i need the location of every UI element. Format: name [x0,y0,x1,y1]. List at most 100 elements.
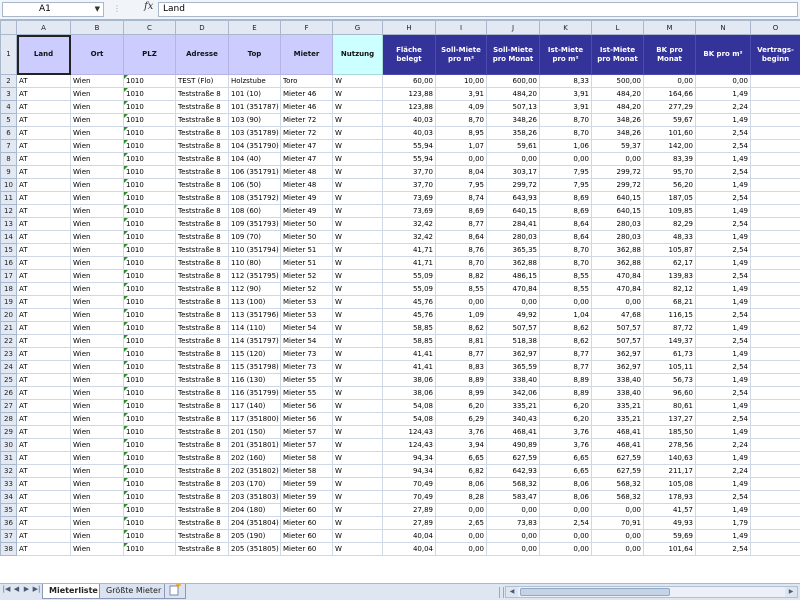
row-header[interactable]: 9 [1,166,17,179]
cell-n[interactable]: 2,54 [696,335,751,348]
cell-h[interactable]: 70,49 [383,491,436,504]
cell-k[interactable]: 6,65 [540,465,592,478]
cell-o[interactable] [751,88,800,101]
cell-a[interactable]: AT [17,439,71,452]
cell-a[interactable]: AT [17,491,71,504]
cell-h[interactable]: 27,89 [383,517,436,530]
cell-f[interactable]: Mieter 50 [281,231,333,244]
cell-j[interactable]: 59,61 [487,140,540,153]
cell-o[interactable] [751,439,800,452]
row-header[interactable]: 6 [1,127,17,140]
row-header[interactable]: 1 [1,35,17,75]
cell-n[interactable]: 2,54 [696,270,751,283]
cell-n[interactable]: 1,49 [696,348,751,361]
cell-i[interactable]: 8,04 [436,166,487,179]
cell-f[interactable]: Mieter 56 [281,400,333,413]
column-header-b[interactable]: B [71,21,124,35]
cell-i[interactable]: 8,55 [436,283,487,296]
cell-k[interactable]: 3,76 [540,426,592,439]
cell-d[interactable]: Teststraße 8 [176,153,229,166]
cell-a[interactable]: AT [17,452,71,465]
row-header[interactable]: 25 [1,374,17,387]
row-header[interactable]: 37 [1,530,17,543]
cell-i[interactable]: 8,64 [436,231,487,244]
insert-function-icon[interactable]: fx [144,1,153,12]
cell-a[interactable]: AT [17,153,71,166]
cell-c[interactable]: 1010 [124,257,176,270]
cell-j[interactable]: 468,41 [487,426,540,439]
cell-n[interactable]: 1,49 [696,452,751,465]
cell-m[interactable]: 101,64 [644,543,696,556]
cell-g[interactable]: W [333,309,383,322]
cell-a[interactable]: AT [17,270,71,283]
cell-d[interactable]: Teststraße 8 [176,452,229,465]
cell-b[interactable]: Wien [71,153,124,166]
cell-a[interactable]: AT [17,517,71,530]
cell-k[interactable]: 3,91 [540,88,592,101]
column-header-j[interactable]: J [487,21,540,35]
cell-d[interactable]: Teststraße 8 [176,413,229,426]
cell-o[interactable] [751,543,800,556]
cell-b[interactable]: Wien [71,374,124,387]
prev-sheet-icon[interactable]: ◀ [12,585,21,593]
cell-l[interactable]: 0,00 [592,153,644,166]
cell-h[interactable]: 41,71 [383,244,436,257]
cell-f[interactable]: Mieter 56 [281,413,333,426]
cell-f[interactable]: Mieter 46 [281,101,333,114]
cell-c[interactable]: 1010 [124,205,176,218]
cell-b[interactable]: Wien [71,296,124,309]
cell-l[interactable]: 484,20 [592,101,644,114]
cell-k[interactable]: 8,70 [540,257,592,270]
cell-k[interactable]: 8,62 [540,335,592,348]
cell-e[interactable]: 103 (90) [229,114,281,127]
cell-i[interactable]: 6,65 [436,452,487,465]
cell-a[interactable]: AT [17,283,71,296]
cell-k[interactable]: 1,04 [540,309,592,322]
cell-f[interactable]: Mieter 53 [281,296,333,309]
cell-m[interactable]: 82,29 [644,218,696,231]
cell-k[interactable]: 8,70 [540,127,592,140]
cell-f[interactable]: Mieter 52 [281,270,333,283]
cell-m[interactable]: 56,20 [644,179,696,192]
cell-i[interactable]: 8,28 [436,491,487,504]
cell-d[interactable]: Teststraße 8 [176,101,229,114]
cell-c[interactable]: 1010 [124,543,176,556]
cell-f[interactable]: Toro [281,75,333,88]
cell-i[interactable]: 8,74 [436,192,487,205]
cell-e[interactable]: 114 (110) [229,322,281,335]
cell-a[interactable]: AT [17,348,71,361]
cell-d[interactable]: Teststraße 8 [176,140,229,153]
cell-e[interactable]: 104 (40) [229,153,281,166]
cell-o[interactable] [751,205,800,218]
cell-c[interactable]: 1010 [124,88,176,101]
cell-j[interactable]: 484,20 [487,88,540,101]
cell-k[interactable]: 8,64 [540,231,592,244]
select-all-corner[interactable] [1,21,17,35]
cell-f[interactable]: Mieter 55 [281,374,333,387]
cell-g[interactable]: W [333,231,383,244]
name-box[interactable]: A1 ▼ [2,2,104,17]
cell-j[interactable]: 0,00 [487,504,540,517]
cell-g[interactable]: W [333,530,383,543]
cell-i[interactable]: 6,82 [436,465,487,478]
cell-k[interactable]: 6,20 [540,400,592,413]
cell-l[interactable]: 348,26 [592,127,644,140]
cell-h[interactable]: 123,88 [383,88,436,101]
cell-d[interactable]: Teststraße 8 [176,205,229,218]
cell-j[interactable]: 640,15 [487,205,540,218]
cell-d[interactable]: Teststraße 8 [176,491,229,504]
cell-m[interactable]: 185,50 [644,426,696,439]
row-header[interactable]: 20 [1,309,17,322]
cell-l[interactable]: 0,00 [592,543,644,556]
cell-l[interactable]: 627,59 [592,452,644,465]
row-header[interactable]: 5 [1,114,17,127]
cell-g[interactable]: W [333,101,383,114]
cell-g[interactable]: W [333,166,383,179]
cell-g[interactable]: W [333,296,383,309]
cell-e[interactable]: Holzstube [229,75,281,88]
cell-d[interactable]: Teststraße 8 [176,322,229,335]
cell-e[interactable]: 109 (70) [229,231,281,244]
cell-l[interactable]: 470,84 [592,270,644,283]
cell-m[interactable]: 105,87 [644,244,696,257]
cell-k[interactable]: 1,06 [540,140,592,153]
